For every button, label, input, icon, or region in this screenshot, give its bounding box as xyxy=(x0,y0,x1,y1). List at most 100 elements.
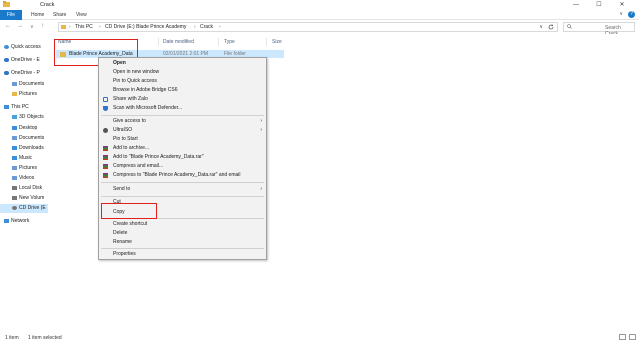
menu-item-label: Browse in Adobe Bridge CS6 xyxy=(113,87,178,93)
menu-item-add-archive[interactable]: Add to archive... xyxy=(99,144,266,153)
menu-item-give-access[interactable]: Give access to › xyxy=(99,117,266,126)
help-icon[interactable]: ? xyxy=(628,11,635,18)
menu-item-create-shortcut[interactable]: Create shortcut xyxy=(99,220,266,229)
menu-item-label: Add to "Blade Prince Academy_Data.rar" xyxy=(113,154,204,160)
menu-item-browse-adobe-bridge[interactable]: Browse in Adobe Bridge CS6 xyxy=(99,86,266,95)
menu-item-label: Scan with Microsoft Defender... xyxy=(113,105,183,111)
menu-item-label: Compress and email... xyxy=(113,163,164,169)
folder-icon xyxy=(61,25,66,29)
sidebar-item-quick-access[interactable]: Quick access xyxy=(4,43,52,52)
menu-item-label: Open in new window xyxy=(113,69,160,75)
menu-separator xyxy=(101,196,264,197)
documents-icon xyxy=(12,81,17,86)
menu-item-open-new-window[interactable]: Open in new window xyxy=(99,68,266,77)
menu-item-pin-quick-access[interactable]: Pin to Quick access xyxy=(99,77,266,86)
column-divider[interactable] xyxy=(158,38,159,46)
search-box[interactable]: Search Crack xyxy=(563,22,635,37)
sidebar-item-label: Documents xyxy=(19,135,45,141)
back-arrow-icon[interactable]: ← xyxy=(5,23,11,29)
menu-separator xyxy=(101,115,264,116)
drive-icon xyxy=(12,185,17,190)
menu-separator xyxy=(101,248,264,249)
menu-item-label: Properties xyxy=(113,251,136,257)
menu-item-label: Send to xyxy=(113,186,131,192)
menu-item-delete[interactable]: Delete xyxy=(99,229,266,238)
menu-item-label: Pin to Quick access xyxy=(113,78,157,84)
pictures-icon xyxy=(12,91,17,96)
column-divider[interactable] xyxy=(266,38,267,46)
menu-item-rename[interactable]: Rename xyxy=(99,238,266,247)
sidebar-item-label: Documents xyxy=(19,81,45,87)
menu-item-ultraiso[interactable]: UltraISO › xyxy=(99,126,266,135)
menu-separator xyxy=(101,182,264,183)
breadcrumb-cd-drive[interactable]: CD Drive (E:) Blade Prince Academy xyxy=(105,24,186,30)
sidebar-item-network[interactable]: Network xyxy=(4,217,52,226)
folder-icon xyxy=(3,1,10,8)
selection-count: 1 item selected xyxy=(28,335,62,341)
zalo-icon xyxy=(103,97,108,102)
breadcrumb-crack[interactable]: Crack xyxy=(200,24,213,30)
video-icon xyxy=(12,175,17,180)
refresh-icon[interactable] xyxy=(548,24,554,32)
menu-item-label: Rename xyxy=(113,239,132,245)
sidebar-item-label: Network xyxy=(11,218,30,224)
up-arrow-icon[interactable]: ↑ xyxy=(41,23,44,29)
breadcrumb-separator: › xyxy=(219,24,221,30)
column-divider[interactable] xyxy=(218,38,219,46)
menu-item-compress-rar-email[interactable]: Compress to "Blade Prince Academy_Data.r… xyxy=(99,171,266,180)
menu-item-compress-email[interactable]: Compress and email... xyxy=(99,162,266,171)
sidebar-item-label: CD Drive (E xyxy=(19,205,46,211)
menu-item-label: Pin to Start xyxy=(113,136,138,142)
documents-icon xyxy=(12,135,17,140)
item-count: 1 item xyxy=(5,335,19,341)
cd-drive-icon xyxy=(12,205,17,210)
menu-item-open[interactable]: Open xyxy=(99,59,266,68)
chevron-right-icon: › xyxy=(260,186,262,192)
sidebar-item-label: Desktop xyxy=(19,125,38,131)
menu-item-label: Create shortcut xyxy=(113,221,148,227)
chevron-down-icon[interactable]: ∨ xyxy=(539,24,543,30)
menu-item-label: UltraISO xyxy=(113,127,133,133)
recent-locations-chevron-icon[interactable]: ∨ xyxy=(30,24,34,30)
winrar-icon xyxy=(103,173,108,178)
computer-icon xyxy=(4,104,9,109)
details-view-icon[interactable] xyxy=(619,334,626,340)
sidebar-item-this-pc[interactable]: This PC xyxy=(4,103,52,112)
sidebar-item-onedrive-p[interactable]: OneDrive - P xyxy=(4,69,52,78)
sidebar-item-label: Videos xyxy=(19,175,35,181)
cube-icon xyxy=(12,114,17,119)
minimize-button[interactable]: — xyxy=(567,0,585,10)
large-icons-view-icon[interactable] xyxy=(629,334,636,340)
breadcrumb-this-pc[interactable]: This PC xyxy=(75,24,93,30)
column-header-date-modified[interactable]: Date modified xyxy=(163,39,194,45)
forward-arrow-icon[interactable]: → xyxy=(17,23,23,29)
menu-item-properties[interactable]: Properties xyxy=(99,250,266,259)
close-button[interactable]: ✕ xyxy=(613,0,631,10)
breadcrumb-separator: › xyxy=(194,24,196,30)
sidebar-item-cd-drive[interactable]: CD Drive (E xyxy=(0,204,48,213)
maximize-button[interactable]: ☐ xyxy=(590,0,608,10)
sidebar-item-label: New Volum xyxy=(19,195,45,201)
chevron-right-icon: › xyxy=(260,118,262,124)
column-header-size[interactable]: Size xyxy=(272,39,282,45)
menu-item-label: Give access to xyxy=(113,118,146,124)
tab-share[interactable]: Share xyxy=(53,10,66,20)
ribbon: File Home Share View ∨ ? xyxy=(0,10,639,20)
menu-item-add-to-rar[interactable]: Add to "Blade Prince Academy_Data.rar" xyxy=(99,153,266,162)
chevron-down-icon[interactable]: ∨ xyxy=(619,11,623,17)
sidebar-item-onedrive-e[interactable]: OneDrive - E xyxy=(4,56,52,65)
sidebar-item-label: Music xyxy=(19,155,33,161)
file-tab[interactable]: File xyxy=(0,10,22,20)
menu-item-scan-defender[interactable]: Scan with Microsoft Defender... xyxy=(99,104,266,113)
tab-view[interactable]: View xyxy=(76,10,87,20)
column-header-type[interactable]: Type xyxy=(224,39,235,45)
tab-home[interactable]: Home xyxy=(31,10,44,20)
menu-item-send-to[interactable]: Send to › xyxy=(99,185,266,194)
menu-item-share-zalo[interactable]: Share with Zalo xyxy=(99,95,266,104)
menu-item-pin-start[interactable]: Pin to Start xyxy=(99,135,266,144)
network-icon xyxy=(4,218,9,223)
sidebar-item-label: Quick access xyxy=(11,44,41,50)
sidebar-item-label: OneDrive - E xyxy=(11,57,40,63)
winrar-icon xyxy=(103,146,108,151)
address-bar[interactable]: › This PC › CD Drive (E:) Blade Prince A… xyxy=(58,22,558,32)
